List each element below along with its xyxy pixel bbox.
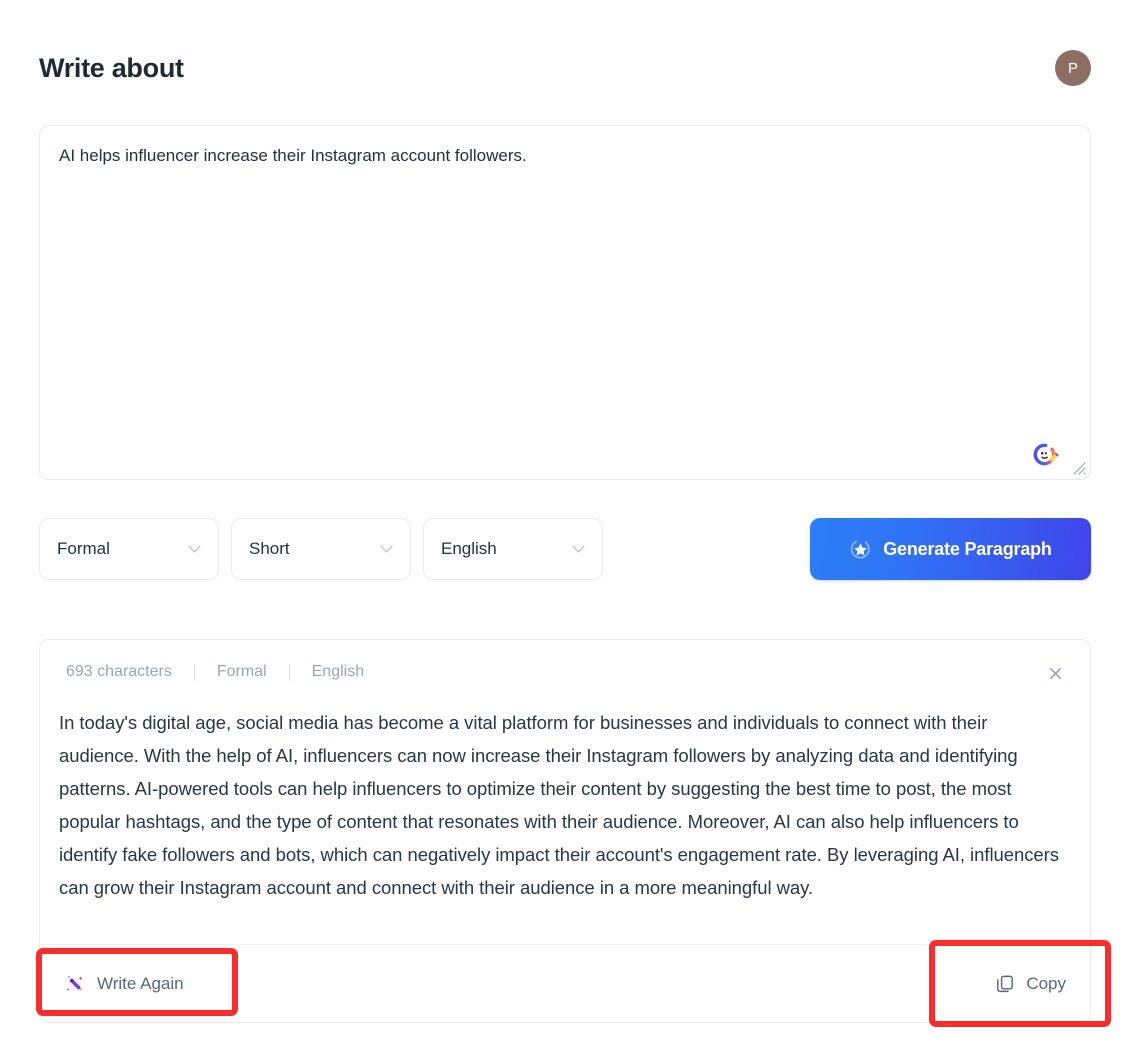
result-meta: 693 characters Formal English xyxy=(66,663,364,681)
result-footer: Write Again Copy xyxy=(40,944,1090,1022)
chevron-down-icon xyxy=(188,545,201,553)
resize-handle-icon[interactable] xyxy=(1070,459,1086,475)
page-title: Write about xyxy=(39,52,184,83)
meta-divider xyxy=(193,663,195,681)
meta-divider xyxy=(288,663,290,681)
character-count: 693 characters xyxy=(66,663,172,680)
magic-wand-icon xyxy=(64,973,86,995)
write-again-button[interactable]: Write Again xyxy=(60,967,188,1001)
copy-button[interactable]: Copy xyxy=(991,968,1070,1000)
tone-select-value: Formal xyxy=(57,539,110,558)
magic-star-icon xyxy=(849,538,872,561)
prompt-textarea[interactable]: AI helps influencer increase their Insta… xyxy=(39,125,1091,480)
close-icon[interactable] xyxy=(1042,660,1068,686)
result-card: 693 characters Formal English In today's… xyxy=(39,639,1091,1023)
page-header: Write about P xyxy=(39,42,1091,94)
avatar[interactable]: P xyxy=(1055,50,1091,86)
tone-select[interactable]: Formal xyxy=(39,518,219,580)
write-again-label: Write Again xyxy=(97,973,184,993)
length-select-value: Short xyxy=(249,539,290,558)
controls-row: Formal Short English Generate Paragraph xyxy=(39,518,1091,580)
language-select-value: English xyxy=(441,539,497,558)
result-language: English xyxy=(311,663,365,680)
chevron-down-icon xyxy=(572,545,585,553)
grammarly-icon[interactable] xyxy=(1032,441,1060,469)
copy-label: Copy xyxy=(1026,973,1066,993)
language-select[interactable]: English xyxy=(423,518,603,580)
generate-paragraph-button[interactable]: Generate Paragraph xyxy=(810,518,1091,580)
result-tone: Formal xyxy=(216,663,267,680)
generate-paragraph-label: Generate Paragraph xyxy=(883,538,1052,559)
write-about-page: Write about P AI helps influencer increa… xyxy=(0,0,1142,1048)
prompt-text-value[interactable]: AI helps influencer increase their Insta… xyxy=(59,143,1071,169)
length-select[interactable]: Short xyxy=(231,518,411,580)
result-paragraph: In today's digital age, social media has… xyxy=(59,712,1059,898)
copy-icon xyxy=(995,974,1015,994)
chevron-down-icon xyxy=(380,545,393,553)
